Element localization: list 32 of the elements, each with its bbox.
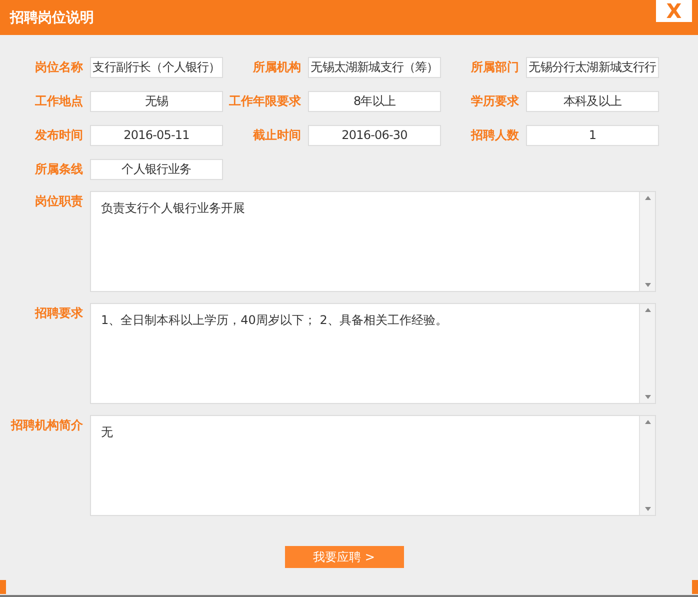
text-field[interactable]: 1 bbox=[526, 125, 659, 146]
text-field[interactable]: 本科及以上 bbox=[526, 91, 659, 112]
text-field[interactable]: 个人银行业务 bbox=[90, 159, 223, 180]
text-area[interactable]: 无 bbox=[90, 415, 656, 516]
field-label: 所属部门 bbox=[470, 59, 520, 76]
scrollbar[interactable] bbox=[639, 304, 655, 403]
text-field[interactable]: 无锡分行太湖新城支行行 bbox=[526, 57, 659, 78]
text-field[interactable]: 无锡 bbox=[90, 91, 223, 112]
text-field[interactable]: 支行副行长（个人银行） bbox=[90, 57, 223, 78]
field-label: 岗位名称 bbox=[34, 59, 84, 76]
field-label: 工作地点 bbox=[34, 93, 84, 110]
field-label: 招聘人数 bbox=[470, 127, 520, 144]
text-area[interactable]: 负责支行个人银行业务开展 bbox=[90, 191, 656, 292]
field-label: 所属条线 bbox=[34, 161, 84, 178]
text-field[interactable]: 2016-05-11 bbox=[90, 125, 223, 146]
text-area[interactable]: 1、全日制本科以上学历，40周岁以下； 2、具备相关工作经验。 bbox=[90, 303, 656, 404]
text-field[interactable]: 8年以上 bbox=[308, 91, 441, 112]
field-label: 招聘要求 bbox=[34, 305, 84, 322]
field-label: 学历要求 bbox=[470, 93, 520, 110]
field-label: 岗位职责 bbox=[34, 193, 84, 210]
scrollbar[interactable] bbox=[639, 416, 655, 515]
window-title: 招聘岗位说明 bbox=[10, 8, 94, 26]
field-label: 工作年限要求 bbox=[228, 93, 302, 110]
field-label: 截止时间 bbox=[252, 127, 302, 144]
scrollbar[interactable] bbox=[639, 192, 655, 291]
corner-mark bbox=[692, 580, 698, 594]
corner-mark bbox=[0, 580, 6, 594]
text-field[interactable]: 2016-06-30 bbox=[308, 125, 441, 146]
field-label: 招聘机构简介 bbox=[10, 417, 84, 434]
text-field[interactable]: 无锡太湖新城支行（筹） bbox=[308, 57, 441, 78]
field-label: 发布时间 bbox=[34, 127, 84, 144]
field-label: 所属机构 bbox=[252, 59, 302, 76]
